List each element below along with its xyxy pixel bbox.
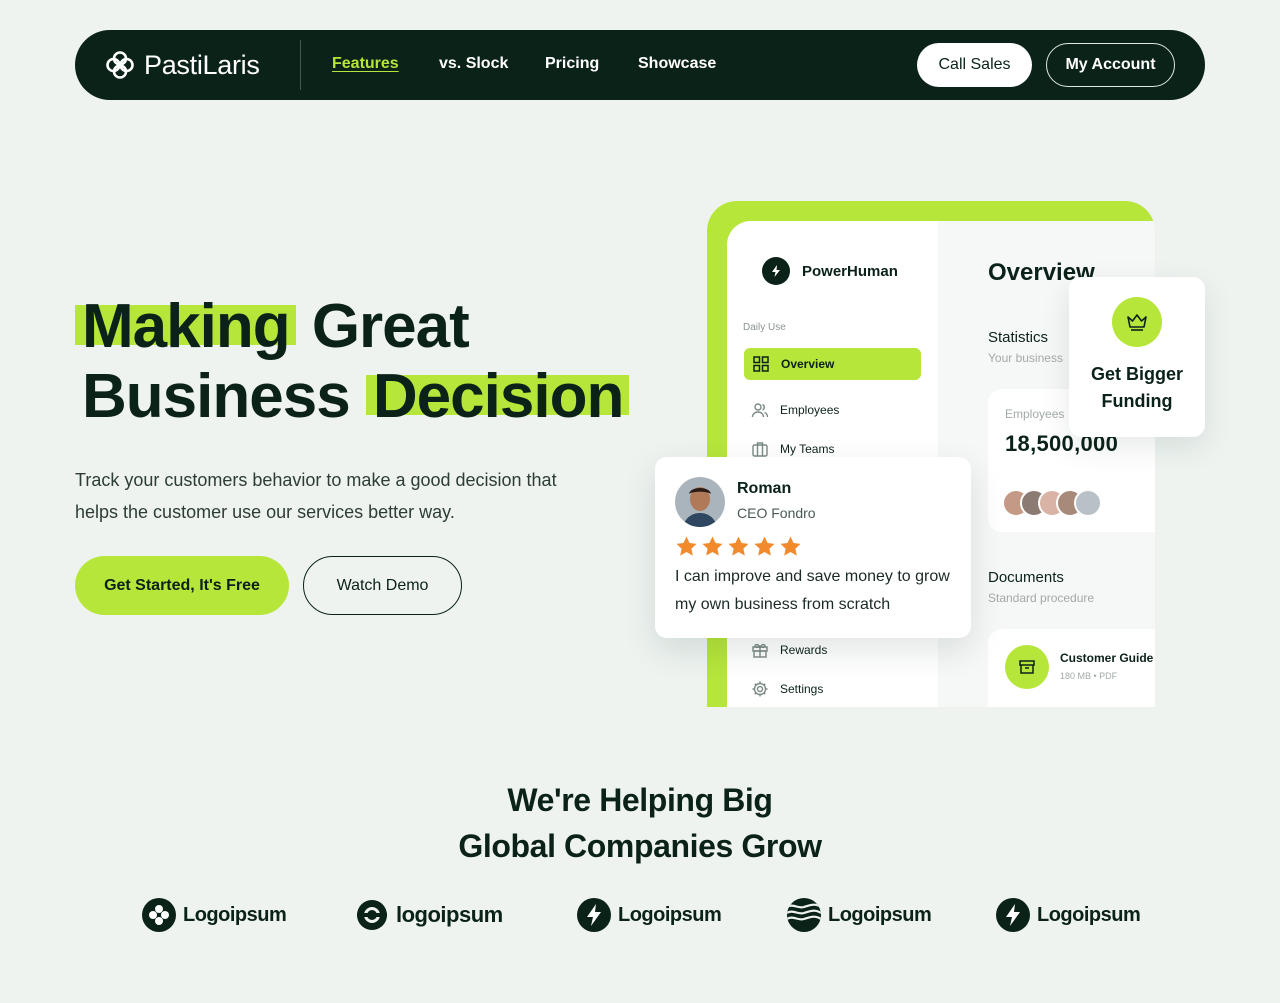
sidebar-item-label: Settings xyxy=(780,682,824,696)
clover-icon xyxy=(106,51,134,79)
sidebar-item-label: Overview xyxy=(781,357,835,371)
top-navbar: PastiLaris Features vs. Slock Pricing Sh… xyxy=(75,30,1205,100)
sidebar-item-label: Rewards xyxy=(780,643,828,657)
sidebar-item-label: My Teams xyxy=(780,442,835,456)
partner-logo-text: Logoipsum xyxy=(1037,903,1141,926)
avatar xyxy=(675,477,725,527)
crown-icon xyxy=(1112,297,1162,347)
partner-logo-text: Logoipsum xyxy=(618,903,722,926)
partner-logo: logoipsum xyxy=(355,897,503,933)
star-icon xyxy=(780,536,801,556)
partner-logo-text: Logoipsum xyxy=(183,903,287,926)
hero-title-word: Great xyxy=(311,292,470,361)
partners-heading-line: Global Companies Grow xyxy=(458,828,822,864)
partner-logo: Logoipsum xyxy=(996,897,1141,933)
sidebar-item-overview[interactable]: Overview xyxy=(744,348,921,380)
sidebar-item-label: Employees xyxy=(780,403,840,417)
nav-divider xyxy=(300,40,301,90)
hero-title-line-1: Making Great xyxy=(75,292,470,362)
star-icon xyxy=(676,536,697,556)
star-icon xyxy=(728,536,749,556)
waves-logo-icon xyxy=(787,898,821,932)
dashboard-app-name: PowerHuman xyxy=(802,263,898,280)
briefcase-icon xyxy=(752,442,768,457)
partner-logo: Logoipsum xyxy=(142,897,287,933)
call-sales-button[interactable]: Call Sales xyxy=(917,43,1032,87)
my-account-button[interactable]: My Account xyxy=(1046,43,1175,87)
hero-title-highlight: Making xyxy=(75,292,296,361)
grid-icon xyxy=(753,356,769,372)
funding-card[interactable]: Get Bigger Funding xyxy=(1069,277,1205,437)
reviewer-name: Roman xyxy=(737,480,792,497)
partner-logo: Logoipsum xyxy=(577,897,722,933)
lightning-logo-icon xyxy=(996,898,1030,932)
statistics-subtitle: Your business xyxy=(988,351,1063,365)
sidebar-section-label: Daily Use xyxy=(743,322,786,333)
brand-logo[interactable]: PastiLaris xyxy=(105,48,260,82)
dots-logo-icon xyxy=(142,898,176,932)
hero-title-line-2: Business Decision xyxy=(82,362,630,432)
sidebar-item-settings[interactable]: Settings xyxy=(751,680,823,698)
star-icon xyxy=(754,536,775,556)
partner-logo-text: Logoipsum xyxy=(828,903,932,926)
star-rating xyxy=(675,535,802,558)
lightning-logo-icon xyxy=(577,898,611,932)
documents-title: Documents xyxy=(988,569,1064,586)
nav-link-pricing[interactable]: Pricing xyxy=(545,55,599,73)
nav-link-vs-slock[interactable]: vs. Slock xyxy=(439,55,508,73)
employees-label: Employees xyxy=(1005,407,1065,421)
document-name: Customer Guide xyxy=(1060,651,1154,665)
nav-link-showcase[interactable]: Showcase xyxy=(638,55,716,73)
sidebar-item-rewards[interactable]: Rewards xyxy=(751,641,827,659)
hero-title-highlight: Decision xyxy=(365,362,630,431)
get-started-button[interactable]: Get Started, It's Free xyxy=(75,556,289,615)
gift-icon xyxy=(752,643,768,658)
nav-link-features[interactable]: Features xyxy=(332,55,399,73)
testimonial-card: Roman CEO Fondro I can improve and save … xyxy=(655,457,971,638)
hero-description: Track your customers behavior to make a … xyxy=(75,470,557,522)
funding-text: Get Bigger Funding xyxy=(1090,364,1183,411)
document-meta: 180 MB • PDF xyxy=(1060,671,1118,681)
sidebar-item-my-teams[interactable]: My Teams xyxy=(751,440,834,458)
documents-subtitle: Standard procedure xyxy=(988,591,1095,605)
partner-logo: Logoipsum xyxy=(787,897,932,933)
partners-heading: We're Helping Big Global Companies Grow xyxy=(0,777,1280,869)
users-icon xyxy=(751,403,769,418)
avatar xyxy=(1074,489,1102,517)
ring-logo-icon xyxy=(357,900,387,930)
lightning-icon xyxy=(762,257,790,285)
partner-logo-text: logoipsum xyxy=(396,902,503,927)
sidebar-item-employees[interactable]: Employees xyxy=(751,401,839,419)
star-icon xyxy=(702,536,723,556)
hero-title-word: Business xyxy=(82,362,351,431)
review-text: I can improve and save money to grow my … xyxy=(675,568,950,613)
statistics-title: Statistics xyxy=(988,329,1049,346)
archive-icon xyxy=(1005,645,1049,689)
gear-icon xyxy=(752,681,768,697)
reviewer-role: CEO Fondro xyxy=(737,505,816,521)
document-card[interactable]: Customer Guide 180 MB • PDF xyxy=(988,629,1155,707)
partners-heading-line: We're Helping Big xyxy=(507,782,773,818)
brand-name: PastiLaris xyxy=(144,49,260,80)
watch-demo-button[interactable]: Watch Demo xyxy=(303,556,462,615)
